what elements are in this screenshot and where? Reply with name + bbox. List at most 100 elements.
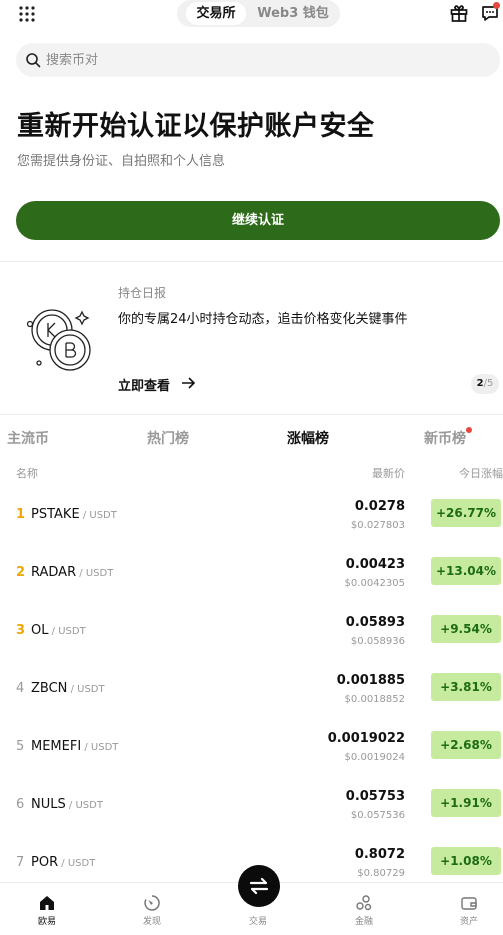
symbol-base: NULS — [31, 797, 66, 812]
row-price: 0.05893 — [345, 615, 405, 630]
promo-tag: 持仓日报 — [118, 286, 167, 300]
pager-current: 2 — [476, 378, 484, 389]
row-price-usd: $0.80729 — [357, 868, 405, 879]
segment-exchange[interactable]: 交易所 — [186, 2, 246, 25]
row-price-usd: $0.0019024 — [344, 752, 405, 763]
row-rank: 4 — [16, 681, 25, 696]
divider — [0, 261, 503, 262]
row-rank: 2 — [16, 565, 26, 580]
tab-mainstream[interactable]: 主流币 — [7, 428, 49, 448]
row-symbol: POR / USDT — [31, 855, 95, 870]
carousel-pager: 2/5 — [471, 374, 499, 394]
trade-button[interactable] — [238, 865, 280, 907]
row-rank: 6 — [16, 797, 25, 812]
symbol-base: RADAR — [31, 565, 77, 580]
row-price: 0.001885 — [336, 673, 405, 688]
symbol-base: MEMEFI — [31, 739, 82, 754]
row-price-usd: $0.0018852 — [344, 694, 405, 705]
row-symbol: MEMEFI / USDT — [31, 739, 118, 754]
row-symbol: PSTAKE / USDT — [31, 507, 117, 522]
tab-hot[interactable]: 热门榜 — [147, 428, 189, 448]
nav-discover[interactable]: 发现 — [122, 883, 182, 935]
column-change: 今日涨幅 — [459, 467, 503, 480]
change-badge: +3.81% — [431, 673, 501, 701]
nav-finance[interactable]: 金融 — [334, 883, 394, 935]
grid-menu-icon[interactable] — [18, 5, 36, 23]
swap-icon — [249, 877, 269, 895]
change-badge: +26.77% — [431, 499, 501, 527]
change-badge: +1.91% — [431, 789, 501, 817]
nav-assets[interactable]: 资产 — [439, 883, 499, 935]
verify-title: 重新开始认证以保护账户安全 — [17, 111, 375, 142]
notification-dot — [493, 2, 500, 9]
search-icon — [26, 53, 41, 68]
row-symbol: RADAR / USDT — [31, 565, 113, 580]
tab-gainers[interactable]: 涨幅榜 — [287, 428, 329, 448]
symbol-quote: / USDT — [76, 568, 114, 579]
row-price: 0.0278 — [354, 499, 405, 514]
pager-total: /5 — [483, 378, 494, 389]
row-price: 0.00423 — [345, 557, 405, 572]
table-row[interactable]: 1 PSTAKE / USDT 0.0278 $0.027803 +26.77% — [0, 499, 503, 557]
row-price-usd: $0.0042305 — [344, 578, 405, 589]
row-rank: 1 — [16, 507, 26, 522]
row-price-usd: $0.057536 — [350, 810, 405, 821]
table-row[interactable]: 2 RADAR / USDT 0.00423 $0.0042305 +13.04… — [0, 557, 503, 615]
nav-discover-label: 发现 — [142, 917, 161, 927]
symbol-base: ZBCN — [31, 681, 68, 696]
symbol-quote: / USDT — [79, 510, 117, 521]
row-price: 0.8072 — [354, 847, 405, 862]
symbol-base: POR — [31, 855, 59, 870]
top-bar: 交易所 Web3 钱包 — [0, 0, 503, 28]
market-tabs: 主流币 热门榜 涨幅榜 新币榜 — [0, 428, 503, 450]
finance-icon — [356, 895, 372, 911]
tab-new[interactable]: 新币榜 — [424, 428, 466, 448]
row-rank: 5 — [16, 739, 25, 754]
nav-home[interactable]: 欧易 — [17, 883, 77, 935]
verify-subtitle: 您需提供身份证、自拍照和个人信息 — [17, 154, 226, 169]
gift-icon[interactable] — [449, 3, 469, 23]
nav-trade-label: 交易 — [248, 917, 267, 927]
arrow-right-icon[interactable] — [181, 376, 196, 390]
table-row[interactable]: 5 MEMEFI / USDT 0.0019022 $0.0019024 +2.… — [0, 731, 503, 789]
symbol-quote: / USDT — [48, 626, 86, 637]
search-bar[interactable] — [16, 43, 500, 77]
nav-home-label: 欧易 — [37, 917, 56, 927]
change-badge: +13.04% — [431, 557, 501, 585]
segment-web3-wallet[interactable]: Web3 钱包 — [251, 2, 335, 25]
row-rank: 7 — [16, 855, 25, 870]
table-row[interactable]: 6 NULS / USDT 0.05753 $0.057536 +1.91% — [0, 789, 503, 847]
column-name: 名称 — [16, 467, 38, 480]
symbol-base: PSTAKE — [31, 507, 80, 522]
mode-switch: 交易所 Web3 钱包 — [177, 0, 340, 27]
row-price: 0.0019022 — [327, 731, 405, 746]
symbol-quote: / USDT — [58, 858, 96, 869]
row-price-usd: $0.058936 — [350, 636, 405, 647]
discover-icon — [144, 895, 160, 911]
symbol-quote: / USDT — [65, 800, 103, 811]
nav-assets-label: 资产 — [459, 917, 478, 927]
promo-text: 你的专属24小时持仓动态，追击价格变化关键事件 — [118, 312, 408, 327]
column-price: 最新价 — [372, 467, 405, 480]
symbol-quote: / USDT — [67, 684, 105, 695]
home-icon — [40, 896, 54, 910]
symbol-base: OL — [31, 623, 49, 638]
row-price: 0.05753 — [345, 789, 405, 804]
table-row[interactable]: 3 OL / USDT 0.05893 $0.058936 +9.54% — [0, 615, 503, 673]
nav-finance-label: 金融 — [354, 917, 373, 927]
continue-verification-button[interactable]: 继续认证 — [16, 201, 500, 240]
new-tab-dot — [466, 427, 472, 433]
row-rank: 3 — [16, 623, 26, 638]
coins-illustration-icon — [26, 309, 91, 371]
table-row[interactable]: 4 ZBCN / USDT 0.001885 $0.0018852 +3.81% — [0, 673, 503, 731]
row-symbol: ZBCN / USDT — [31, 681, 105, 696]
symbol-quote: / USDT — [81, 742, 119, 753]
row-price-usd: $0.027803 — [350, 520, 405, 531]
row-symbol: NULS / USDT — [31, 797, 103, 812]
search-input[interactable] — [46, 43, 466, 77]
change-badge: +1.08% — [431, 847, 501, 875]
change-badge: +2.68% — [431, 731, 501, 759]
view-now-link[interactable]: 立即查看 — [118, 375, 170, 394]
change-badge: +9.54% — [431, 615, 501, 643]
divider — [0, 414, 503, 415]
